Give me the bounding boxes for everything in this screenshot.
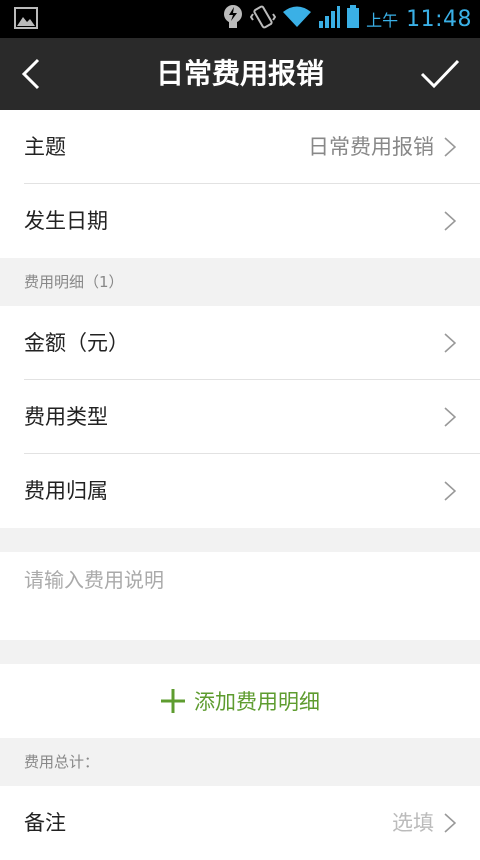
spacer (0, 640, 480, 664)
remark-value: 选填 (392, 811, 434, 835)
spacer (0, 528, 480, 552)
nav-bar: 日常费用报销 (0, 38, 480, 110)
chevron-right-icon (444, 407, 456, 427)
add-detail-button[interactable]: 添加费用明细 (0, 664, 480, 738)
form-content: 主题 日常费用报销 发生日期 费用明细（1） 金额（元） 费用类型 费用归属 请… (0, 110, 480, 860)
description-placeholder: 请输入费用说明 (24, 568, 164, 592)
amount-row[interactable]: 金额（元） (0, 306, 480, 380)
remark-row[interactable]: 备注 选填 (0, 786, 480, 860)
total-section-header: 费用总计： (0, 738, 480, 786)
expense-description-input[interactable]: 请输入费用说明 (0, 552, 480, 640)
check-icon (420, 59, 460, 89)
amount-label: 金额（元） (24, 331, 129, 355)
plus-icon (161, 689, 185, 713)
subject-row[interactable]: 主题 日常费用报销 (0, 110, 480, 184)
battery-icon (346, 5, 360, 33)
wifi-icon (282, 5, 312, 33)
add-detail-label: 添加费用明细 (194, 690, 320, 714)
date-row[interactable]: 发生日期 (0, 184, 480, 258)
subject-label: 主题 (24, 135, 66, 159)
expense-type-row[interactable]: 费用类型 (0, 380, 480, 454)
chevron-right-icon (444, 211, 456, 231)
chevron-right-icon (444, 333, 456, 353)
remark-label: 备注 (24, 811, 66, 835)
chevron-right-icon (444, 481, 456, 501)
details-section-header: 费用明细（1） (0, 258, 480, 306)
gallery-notification-icon (14, 7, 38, 33)
status-time: 11:48 (406, 6, 472, 32)
vibrate-icon (249, 4, 277, 34)
chevron-right-icon (444, 137, 456, 157)
expense-type-label: 费用类型 (24, 405, 108, 429)
status-ampm: 上午 (366, 11, 399, 30)
expense-belong-label: 费用归属 (24, 479, 108, 503)
date-label: 发生日期 (24, 209, 108, 233)
page-title: 日常费用报销 (155, 57, 324, 90)
subject-value: 日常费用报销 (308, 135, 434, 159)
chevron-right-icon (444, 813, 456, 833)
confirm-button[interactable] (420, 58, 460, 90)
status-bar: 上午 11:48 (0, 0, 480, 38)
bulb-icon (222, 4, 244, 34)
expense-belong-row[interactable]: 费用归属 (0, 454, 480, 528)
signal-icon (318, 5, 341, 33)
